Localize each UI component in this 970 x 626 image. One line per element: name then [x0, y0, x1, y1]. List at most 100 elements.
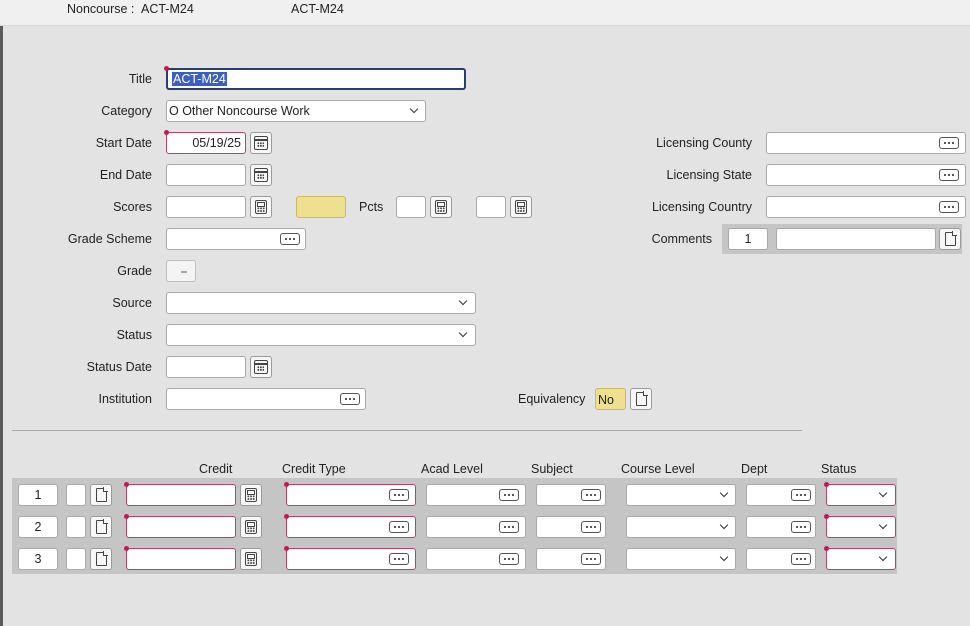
- status-date-calendar-button[interactable]: [250, 356, 272, 378]
- institution-label: Institution: [98, 392, 152, 406]
- status-date-label: Status Date: [86, 360, 152, 374]
- licensing-county-label: Licensing County: [656, 136, 752, 150]
- institution-field[interactable]: [166, 388, 366, 410]
- ellipsis-icon[interactable]: [389, 489, 409, 501]
- licensing-country-label: Licensing Country: [651, 200, 752, 214]
- start-date-label: Start Date: [95, 136, 152, 150]
- scores-label: Scores: [113, 200, 152, 214]
- document-icon: [95, 487, 108, 502]
- calculator-icon: [515, 200, 527, 214]
- start-date-field[interactable]: 05/19/25: [166, 132, 246, 154]
- required-marker: [284, 546, 289, 551]
- noncourse-id: ACT-M24: [141, 2, 194, 16]
- category-label: Category: [101, 104, 152, 118]
- ellipsis-icon[interactable]: [499, 553, 519, 565]
- noncourse-label: Noncourse :: [67, 2, 135, 16]
- ellipsis-icon[interactable]: [499, 489, 519, 501]
- ellipsis-icon[interactable]: [939, 137, 959, 149]
- calculator-icon: [435, 200, 447, 214]
- required-marker: [124, 546, 129, 551]
- section-divider: [12, 430, 802, 431]
- column-header-course-level: Course Level: [621, 462, 695, 476]
- title-field[interactable]: ACT-M24: [166, 68, 466, 90]
- status-select[interactable]: [166, 324, 476, 346]
- ellipsis-icon[interactable]: [581, 553, 601, 565]
- noncourse-title-echo: ACT-M24: [291, 2, 344, 16]
- ellipsis-icon[interactable]: [280, 233, 300, 245]
- licensing-county-field[interactable]: [766, 132, 966, 154]
- ellipsis-icon[interactable]: [939, 169, 959, 181]
- document-icon: [95, 519, 108, 534]
- pct-calculator-button-2[interactable]: [510, 196, 532, 218]
- end-date-calendar-button[interactable]: [250, 164, 272, 186]
- licensing-state-label: Licensing State: [666, 168, 752, 182]
- calendar-icon: [254, 168, 268, 182]
- column-header-credit: Credit: [199, 462, 233, 476]
- required-marker: [284, 514, 289, 519]
- ellipsis-icon[interactable]: [939, 201, 959, 213]
- ellipsis-icon[interactable]: [340, 393, 360, 405]
- status-date-field[interactable]: [166, 356, 246, 378]
- end-date-label: End Date: [99, 168, 152, 182]
- credit-field[interactable]: [126, 548, 236, 570]
- calculator-icon: [255, 200, 267, 214]
- column-header-subject: Subject: [531, 462, 573, 476]
- start-date-calendar-button[interactable]: [250, 132, 272, 154]
- row-detail-button[interactable]: [90, 516, 112, 538]
- calculator-icon: [245, 488, 257, 502]
- row-detail-button[interactable]: [90, 484, 112, 506]
- status-select[interactable]: [826, 516, 896, 538]
- ellipsis-icon[interactable]: [389, 521, 409, 533]
- required-marker: [164, 66, 169, 71]
- comments-field[interactable]: [776, 228, 936, 250]
- category-select[interactable]: O Other Noncourse Work: [166, 100, 426, 122]
- ellipsis-icon[interactable]: [389, 553, 409, 565]
- column-header-dept: Dept: [741, 462, 768, 476]
- row-select-cell[interactable]: [66, 516, 86, 538]
- ellipsis-icon[interactable]: [581, 489, 601, 501]
- licensing-state-field[interactable]: [766, 164, 966, 186]
- window-left-edge: [0, 26, 3, 626]
- licensing-country-field[interactable]: [766, 196, 966, 218]
- document-icon: [635, 391, 648, 406]
- pct-field-2[interactable]: [476, 196, 506, 218]
- credit-calculator-button[interactable]: [240, 516, 262, 538]
- credit-field[interactable]: [126, 484, 236, 506]
- credit-calculator-button[interactable]: [240, 548, 262, 570]
- row-detail-button[interactable]: [90, 548, 112, 570]
- ellipsis-icon[interactable]: [791, 489, 811, 501]
- grade-field[interactable]: [166, 260, 196, 282]
- document-icon: [944, 231, 957, 246]
- pct-calculator-button-1[interactable]: [430, 196, 452, 218]
- ellipsis-icon[interactable]: [581, 521, 601, 533]
- equivalency-label: Equivalency: [518, 392, 586, 406]
- required-marker: [824, 546, 829, 551]
- required-marker: [284, 482, 289, 487]
- ellipsis-icon[interactable]: [791, 521, 811, 533]
- status-select[interactable]: [826, 484, 896, 506]
- course-level-select[interactable]: [626, 484, 736, 506]
- source-select[interactable]: [166, 292, 476, 314]
- ellipsis-icon[interactable]: [499, 521, 519, 533]
- credit-field[interactable]: [126, 516, 236, 538]
- row-select-cell[interactable]: [66, 484, 86, 506]
- ellipsis-icon[interactable]: [791, 553, 811, 565]
- status-select[interactable]: [826, 548, 896, 570]
- required-marker: [124, 482, 129, 487]
- score-field[interactable]: [166, 196, 246, 218]
- grade-label: Grade: [117, 264, 152, 278]
- end-date-field[interactable]: [166, 164, 246, 186]
- comments-detail-button[interactable]: [939, 228, 961, 250]
- document-icon: [95, 551, 108, 566]
- course-level-select[interactable]: [626, 516, 736, 538]
- score-calculator-button[interactable]: [250, 196, 272, 218]
- equivalency-detail-button[interactable]: [630, 388, 652, 410]
- row-select-cell[interactable]: [66, 548, 86, 570]
- grade-placeholder-icon: [181, 271, 187, 273]
- credit-calculator-button[interactable]: [240, 484, 262, 506]
- course-level-select[interactable]: [626, 548, 736, 570]
- calculator-icon: [245, 520, 257, 534]
- title-label: Title: [128, 72, 152, 86]
- required-marker: [824, 482, 829, 487]
- pct-field-1[interactable]: [396, 196, 426, 218]
